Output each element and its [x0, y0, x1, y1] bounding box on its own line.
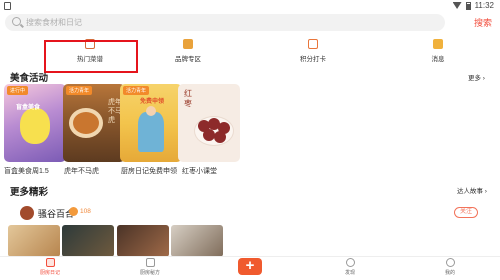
character-image	[138, 112, 164, 152]
tab-kitchen-recipes[interactable]: 厨房秘方	[120, 258, 180, 276]
wifi-icon	[452, 2, 462, 9]
battery-icon	[465, 1, 471, 10]
quick-action-label: 积分打卡	[300, 56, 326, 63]
more-featured-title: 更多精彩	[10, 187, 49, 198]
activity-card-red-dates[interactable]: 红枣	[178, 84, 240, 162]
level-badge-icon	[69, 207, 78, 216]
quick-action-messages[interactable]: 消息	[393, 38, 483, 72]
activity-card-kitchen-diary[interactable]: 活力青年 免费申领	[120, 84, 182, 162]
follow-button[interactable]: 关注	[454, 207, 478, 218]
message-icon	[433, 39, 443, 49]
quick-action-label: 消息	[431, 56, 445, 63]
card-tag: 活力青年	[123, 86, 150, 95]
profile-icon	[445, 258, 455, 267]
post-thumbnail[interactable]	[171, 225, 223, 257]
post-thumbnail[interactable]	[62, 225, 114, 257]
card-poster-text: 红枣	[184, 89, 192, 108]
search-input[interactable]: 搜索食材和日记	[26, 17, 82, 28]
status-indicators: 11:32	[452, 1, 494, 10]
quick-action-points-checkin[interactable]: 积分打卡	[268, 38, 358, 72]
expert-stories-link[interactable]: 达人故事 ›	[457, 185, 487, 195]
food-image	[73, 112, 99, 134]
food-activities-title: 美食活动	[10, 73, 49, 84]
recipe-icon	[145, 258, 155, 267]
search-icon	[12, 17, 21, 26]
post-thumbnail[interactable]	[117, 225, 169, 257]
activity-card-tiger-year[interactable]: 活力青年 虎年不马虎	[63, 84, 125, 162]
tab-profile[interactable]: 我的	[420, 258, 480, 276]
activity-card-label[interactable]: 盲盒美食周1.5	[4, 166, 49, 176]
activity-card-label[interactable]: 红枣小课堂	[182, 166, 217, 176]
card-poster-text: 盲盒美食	[16, 105, 41, 111]
tab-discover[interactable]: 发现	[320, 258, 380, 276]
activity-card-label[interactable]: 虎年不马虎	[64, 166, 99, 176]
diary-icon	[45, 258, 55, 267]
status-time: 11:32	[474, 1, 494, 10]
more-label: 更多	[468, 75, 481, 82]
status-bar	[0, 0, 500, 12]
avatar[interactable]	[20, 206, 34, 220]
card-poster-text: 免费申领	[140, 99, 165, 105]
compass-icon	[345, 258, 355, 267]
post-thumbnail[interactable]	[8, 225, 60, 257]
activity-card-label[interactable]: 厨房日记免费申领	[121, 166, 177, 176]
shop-icon	[183, 39, 193, 49]
create-post-button[interactable]: +	[238, 258, 262, 275]
app-notification-icon	[4, 2, 11, 10]
cartoon-character-image	[20, 108, 50, 144]
selection-highlight	[44, 40, 138, 73]
card-tag: 进行中	[7, 86, 29, 95]
tab-kitchen-diary[interactable]: 厨房日记	[20, 258, 80, 276]
quick-action-brand-zone[interactable]: 品牌专区	[143, 38, 233, 72]
tab-label: 发现	[344, 270, 355, 276]
quick-action-label: 品牌专区	[175, 56, 201, 63]
tab-label: 我的	[444, 270, 455, 276]
tab-label: 厨房秘方	[139, 270, 160, 276]
author-level: 108	[80, 208, 91, 215]
red-date-image	[214, 131, 226, 143]
calendar-icon	[308, 39, 318, 49]
character-head-image	[146, 106, 156, 116]
food-activities-more-link[interactable]: 更多 ›	[468, 72, 485, 82]
activity-card-blindbox[interactable]: 进行中 盲盒美食	[4, 84, 66, 162]
search-button[interactable]: 搜索	[474, 16, 492, 29]
expert-link-label: 达人故事	[457, 188, 483, 195]
card-tag: 活力青年	[66, 86, 93, 95]
tab-label: 厨房日记	[39, 270, 60, 276]
